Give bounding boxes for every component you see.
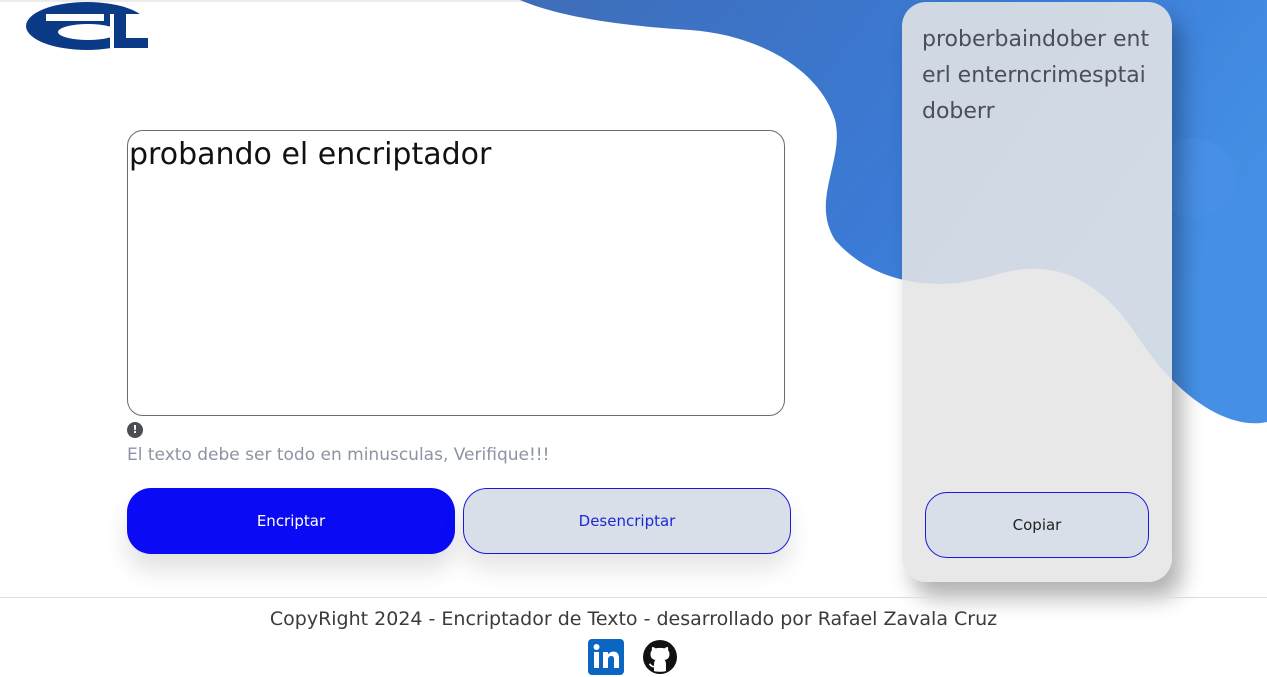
alura-logo-icon[interactable] bbox=[26, 2, 148, 50]
result-panel: proberbaindober enterl enterncrimesptaid… bbox=[902, 2, 1172, 582]
copy-button[interactable]: Copiar bbox=[925, 492, 1149, 558]
linkedin-icon[interactable] bbox=[587, 638, 625, 676]
footer-divider bbox=[0, 597, 1267, 598]
github-icon[interactable] bbox=[641, 638, 679, 676]
result-text: proberbaindober enterl enterncrimesptaid… bbox=[922, 27, 1150, 124]
warning-text: El texto debe ser todo en minusculas, Ve… bbox=[127, 445, 550, 465]
page: probando el encriptador ! El texto debe … bbox=[0, 0, 1267, 677]
decrypt-button[interactable]: Desencriptar bbox=[463, 488, 791, 554]
encrypt-button[interactable]: Encriptar bbox=[127, 488, 455, 554]
footer-copyright: CopyRight 2024 - Encriptador de Texto - … bbox=[269, 608, 998, 630]
exclamation-circle-icon: ! bbox=[127, 422, 143, 438]
text-input[interactable]: probando el encriptador bbox=[127, 130, 785, 416]
